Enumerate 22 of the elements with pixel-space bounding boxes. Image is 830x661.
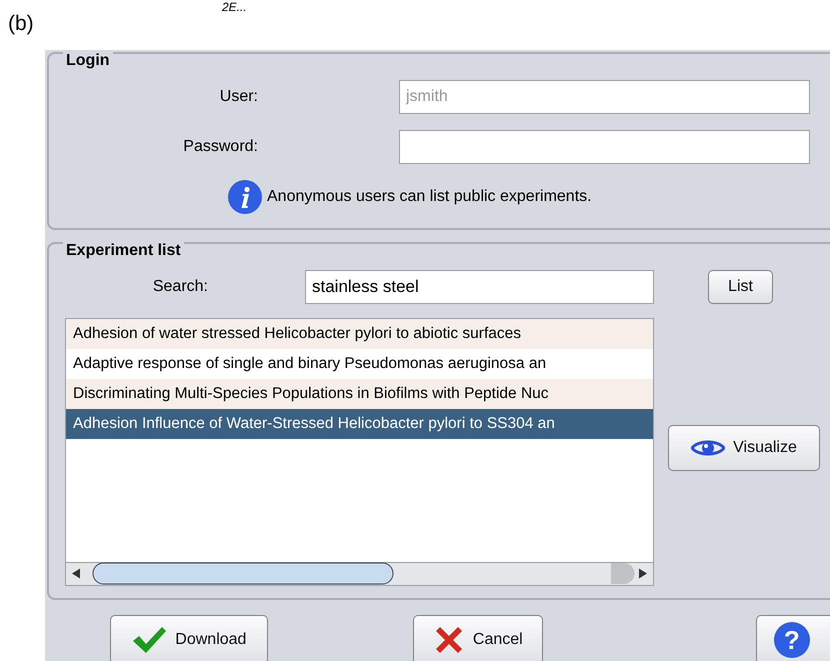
list-button[interactable]: List [708, 270, 773, 304]
group-title: Login [63, 52, 113, 70]
caption-fragment: 2E... [222, 0, 247, 14]
figure-label: (b) [8, 12, 34, 36]
horizontal-scrollbar[interactable] [66, 562, 653, 585]
visualize-button[interactable]: Visualize [668, 425, 820, 471]
checkmark-icon [131, 625, 168, 655]
help-button[interactable]: ? [756, 615, 830, 661]
info-message: Anonymous users can list public experiments. [267, 188, 592, 206]
input-field[interactable] [399, 130, 810, 164]
eye-icon [691, 438, 726, 458]
search-field[interactable]: stainless steel [305, 270, 654, 304]
download-button[interactable]: Download [110, 615, 268, 661]
field-label: Password: [182, 138, 258, 156]
info-icon [228, 180, 262, 214]
experiment-row[interactable]: Discriminating Multi-Species Populations in Biofilms with Peptide Nuc [66, 379, 653, 409]
cancel-button[interactable]: Cancel [412, 615, 543, 661]
field-label: User: [218, 88, 258, 106]
search-label: Search: [152, 278, 208, 296]
experiment-row[interactable]: Adhesion Influence of Water-Stressed Helicobacter pylori to SS304 an [66, 409, 653, 439]
experiment-row[interactable]: Adhesion of water stressed Helicobacter pylori to abiotic surfaces [66, 319, 653, 349]
group-title: Experiment list [63, 242, 184, 260]
